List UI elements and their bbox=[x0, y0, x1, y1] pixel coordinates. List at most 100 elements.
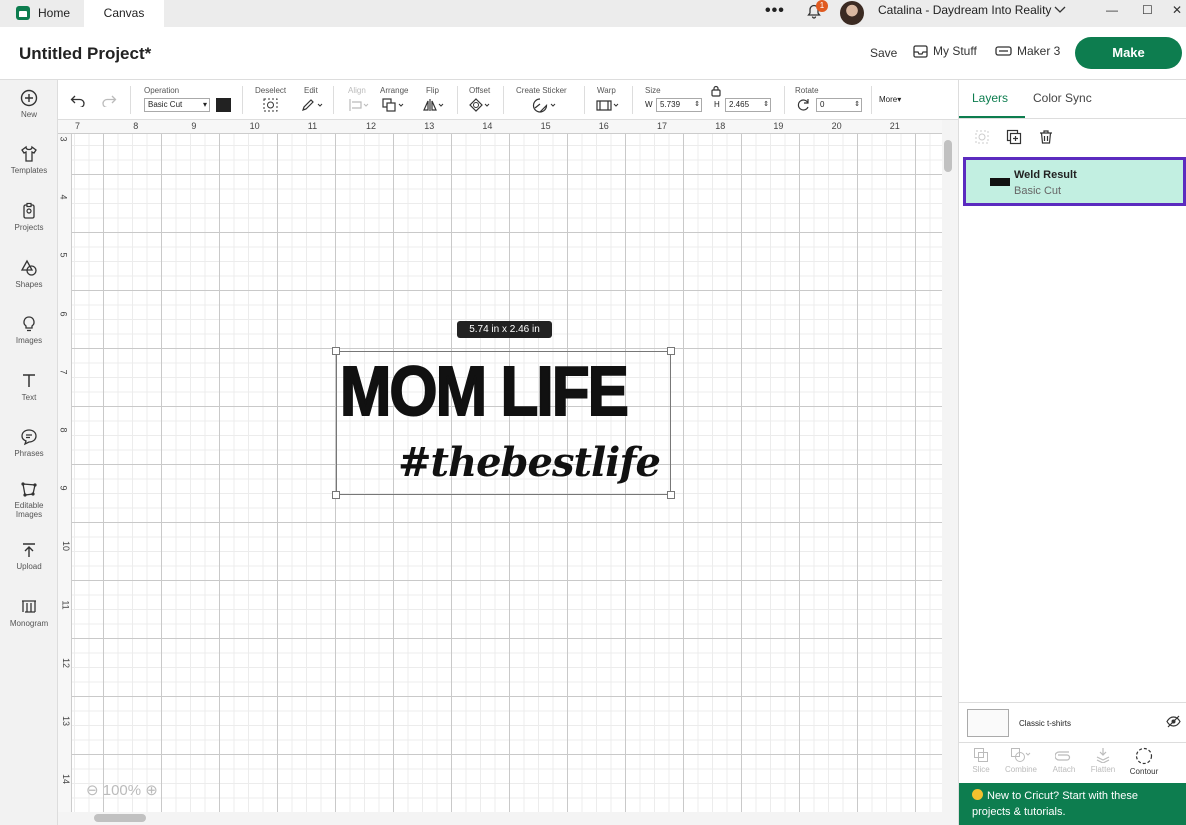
rotate-input[interactable]: 0 ⇕ bbox=[816, 98, 862, 112]
canvas-background-row[interactable]: Classic t-shirts bbox=[959, 702, 1186, 742]
divider bbox=[959, 118, 1186, 119]
inbox-icon bbox=[913, 44, 928, 58]
trash-icon[interactable] bbox=[1038, 129, 1054, 145]
horizontal-scrollbar[interactable] bbox=[58, 812, 958, 825]
slice-button[interactable]: Slice bbox=[959, 747, 1003, 774]
maximize-icon[interactable]: ☐ bbox=[1142, 3, 1153, 17]
offset-icon[interactable] bbox=[468, 98, 492, 112]
layer-item-weld-result[interactable]: Weld Result Basic Cut bbox=[963, 157, 1186, 206]
sidebar-item-new[interactable]: New bbox=[0, 89, 58, 119]
resize-handle-bottom-left[interactable] bbox=[332, 491, 340, 499]
deselect-icon[interactable] bbox=[263, 98, 278, 112]
height-input[interactable]: 2.465 ⇕ bbox=[725, 98, 771, 112]
flatten-label: Flatten bbox=[1090, 765, 1116, 774]
width-input[interactable]: 5.739 ⇕ bbox=[656, 98, 702, 112]
stepper-icon[interactable]: ⇕ bbox=[694, 99, 700, 111]
stepper-icon[interactable]: ⇕ bbox=[854, 99, 860, 111]
pencil-icon[interactable] bbox=[301, 98, 323, 112]
layers-panel: Layers Color Sync Weld Result Basic Cut … bbox=[958, 80, 1186, 825]
machine-selector[interactable]: Maker 3 bbox=[995, 44, 1060, 58]
flip-icon[interactable] bbox=[422, 98, 446, 112]
resize-handle-bottom-right[interactable] bbox=[667, 491, 675, 499]
sidebar-item-editable-images[interactable]: Editable Images bbox=[0, 480, 58, 519]
contour-button[interactable]: Contour bbox=[1122, 747, 1166, 776]
rotate-icon bbox=[797, 99, 809, 111]
sidebar-item-label: Shapes bbox=[15, 280, 43, 289]
make-button[interactable]: Make bbox=[1075, 37, 1182, 69]
zoom-out-icon[interactable]: ⊖ bbox=[86, 782, 99, 799]
sidebar-item-upload[interactable]: Upload bbox=[0, 541, 58, 571]
operation-select[interactable]: Basic Cut ▾ bbox=[144, 98, 210, 112]
arrange-icon[interactable] bbox=[382, 98, 406, 112]
ruler-tick-label: 7 bbox=[75, 121, 81, 131]
minimize-icon[interactable]: — bbox=[1106, 3, 1118, 17]
ruler-tick-label: 19 bbox=[773, 121, 784, 131]
sticker-icon[interactable] bbox=[532, 98, 558, 113]
ruler-tick-label: 11 bbox=[307, 121, 318, 131]
stepper-icon[interactable]: ⇕ bbox=[763, 99, 769, 111]
save-button[interactable]: Save bbox=[870, 46, 897, 60]
sidebar-item-phrases[interactable]: Phrases bbox=[0, 428, 58, 458]
tab-layers[interactable]: Layers bbox=[972, 91, 1008, 105]
tab-canvas[interactable]: Canvas bbox=[84, 0, 164, 27]
sidebar-item-text[interactable]: Text bbox=[0, 372, 58, 402]
chevron-down-icon[interactable] bbox=[1054, 3, 1066, 18]
more-button[interactable]: More▾ bbox=[879, 95, 901, 104]
more-options-icon[interactable]: ••• bbox=[765, 2, 785, 20]
design-text-hashtag[interactable]: #thebestlife bbox=[398, 438, 661, 488]
user-name[interactable]: Catalina - Daydream Into Reality bbox=[878, 3, 1051, 17]
my-stuff-label: My Stuff bbox=[933, 44, 977, 58]
duplicate-icon[interactable] bbox=[1006, 129, 1022, 145]
tab-color-sync[interactable]: Color Sync bbox=[1033, 91, 1092, 105]
sidebar-item-projects[interactable]: Projects bbox=[0, 202, 58, 232]
ruler-tick-label: 8 bbox=[133, 121, 139, 131]
editable-images-icon bbox=[21, 482, 37, 497]
ruler-tick-label: 9 bbox=[191, 121, 197, 131]
sidebar-item-label: New bbox=[20, 110, 37, 119]
ruler-tick-label: 12 bbox=[61, 657, 72, 668]
toolbar-divider bbox=[632, 86, 633, 114]
width-value: 5.739 bbox=[660, 100, 681, 109]
sidebar-item-shapes[interactable]: Shapes bbox=[0, 259, 58, 289]
vertical-scrollbar[interactable] bbox=[942, 120, 958, 812]
width-prefix: W bbox=[645, 100, 653, 109]
sidebar-item-images[interactable]: Images bbox=[0, 315, 58, 345]
lock-icon[interactable] bbox=[711, 85, 721, 97]
tab-home[interactable]: Home bbox=[0, 0, 80, 27]
group-icon[interactable] bbox=[974, 129, 990, 145]
my-stuff-button[interactable]: My Stuff bbox=[913, 44, 977, 58]
eye-hidden-icon[interactable] bbox=[1166, 715, 1181, 728]
sidebar-item-templates[interactable]: Templates bbox=[0, 145, 58, 175]
attach-button[interactable]: Attach bbox=[1042, 747, 1086, 774]
combine-button[interactable]: Combine bbox=[999, 747, 1043, 774]
redo-icon[interactable] bbox=[101, 93, 117, 107]
zoom-control[interactable]: ⊖ 100% ⊕ bbox=[86, 781, 158, 799]
horizontal-scroll-thumb[interactable] bbox=[94, 814, 146, 822]
contour-icon bbox=[1135, 747, 1153, 765]
layer-name: Weld Result bbox=[1014, 169, 1077, 181]
layer-tools: Slice Combine Attach Flatten Contour bbox=[959, 742, 1186, 782]
layer-operation: Basic Cut bbox=[1014, 185, 1062, 197]
close-icon[interactable]: ✕ bbox=[1172, 3, 1182, 17]
page-title[interactable]: Untitled Project* bbox=[19, 44, 151, 64]
align-icon[interactable] bbox=[348, 98, 370, 112]
sidebar-item-monogram[interactable]: Monogram bbox=[0, 598, 58, 628]
resize-handle-top-right[interactable] bbox=[667, 347, 675, 355]
undo-icon[interactable] bbox=[70, 93, 86, 107]
promo-banner[interactable]: New to Cricut? Start with these projects… bbox=[959, 783, 1186, 825]
zoom-in-icon[interactable]: ⊕ bbox=[145, 782, 158, 799]
ruler-tick-label: 5 bbox=[58, 252, 69, 258]
operation-color-swatch[interactable] bbox=[216, 98, 231, 112]
avatar[interactable] bbox=[840, 1, 864, 25]
warp-icon[interactable] bbox=[595, 98, 621, 112]
vertical-scroll-thumb[interactable] bbox=[944, 140, 952, 172]
ruler-tick-label: 13 bbox=[424, 121, 435, 131]
edit-label: Edit bbox=[304, 86, 318, 95]
ruler-tick-label: 15 bbox=[540, 121, 551, 131]
design-text-mom-life[interactable]: MOM LIFE bbox=[339, 351, 630, 431]
resize-handle-top-left[interactable] bbox=[332, 347, 340, 355]
plus-circle-icon bbox=[20, 89, 38, 107]
ruler-tick-label: 9 bbox=[58, 485, 69, 491]
align-label: Align bbox=[348, 86, 366, 95]
flatten-button[interactable]: Flatten bbox=[1081, 747, 1125, 774]
